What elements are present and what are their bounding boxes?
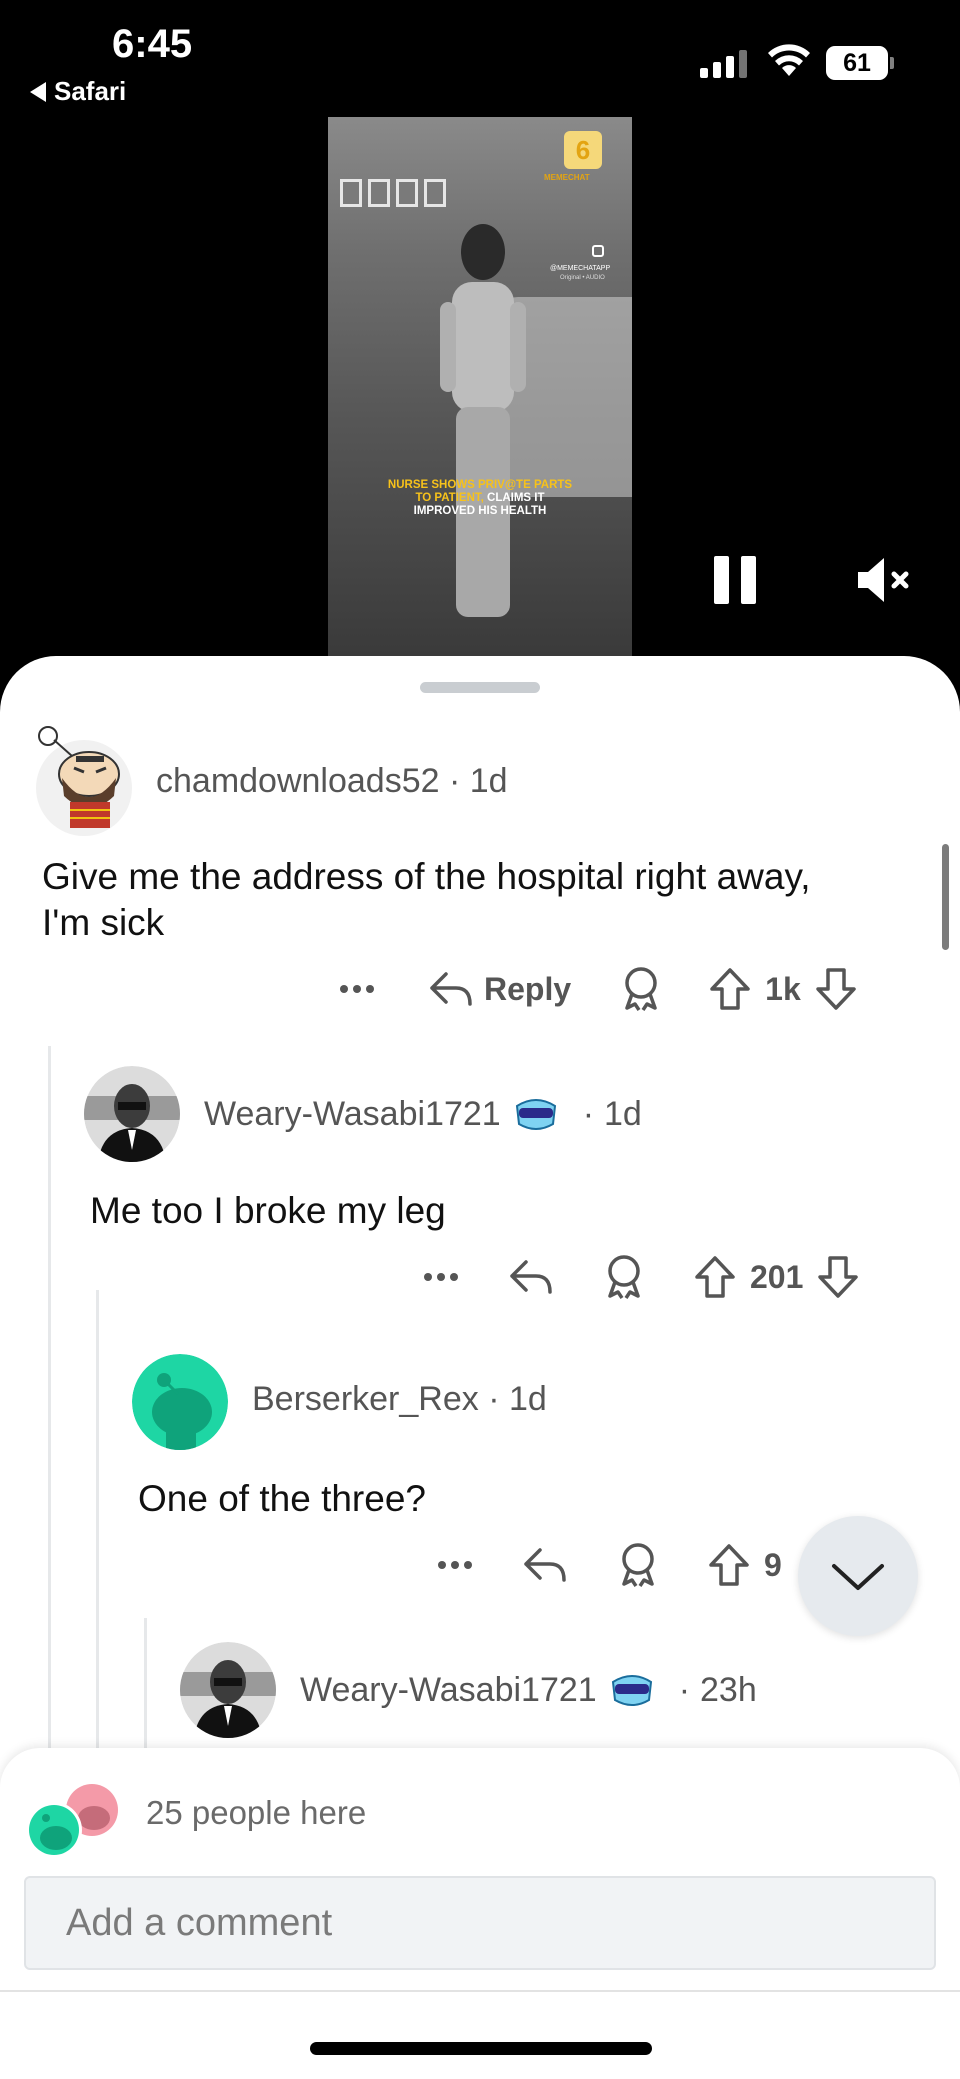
separator-dot: · (582, 1094, 595, 1133)
comment-actions: 9 (434, 1542, 782, 1588)
separator-dot: · (678, 1670, 691, 1709)
comment-actions: Reply 1k (336, 966, 857, 1012)
caption-line-2b: CLAIMS IT (483, 492, 545, 504)
comment-author[interactable]: Berserker_Rex · 1d (252, 1380, 547, 1419)
more-options-icon[interactable] (434, 1555, 476, 1575)
comment-line-1: Give me the address of the hospital righ… (42, 856, 811, 897)
comment-line-2: I'm sick (42, 902, 165, 943)
user-flair-icon (611, 1675, 652, 1706)
status-time: 6:45 (112, 22, 193, 66)
avatar-berserker-rex[interactable] (132, 1354, 228, 1450)
avatar-weary-wasabi1721[interactable] (180, 1642, 276, 1738)
people-here-count: 25 people here (146, 1794, 367, 1831)
upvote-icon[interactable] (708, 1543, 750, 1587)
award-icon[interactable] (618, 1542, 658, 1588)
caption-line-3: IMPROVED HIS HEALTH (413, 505, 547, 517)
reply-icon[interactable] (522, 1544, 568, 1586)
upvote-icon[interactable] (694, 1255, 736, 1299)
scroll-down-button[interactable] (798, 1516, 918, 1636)
caption-line-2a: TO PATIENT, (415, 492, 484, 504)
cellular-signal-icon (700, 48, 747, 78)
comment-body: One of the three? (138, 1478, 426, 1519)
back-triangle-icon (30, 81, 46, 102)
active-users-avatars (26, 1784, 118, 1858)
avatar-chamdownloads52[interactable] (34, 716, 134, 836)
sheet-grabber[interactable] (420, 682, 540, 693)
wifi-icon (768, 44, 810, 76)
bottom-composer: 25 people here (0, 1748, 960, 2079)
comment-input-box[interactable] (24, 1876, 936, 1970)
more-options-icon[interactable] (420, 1267, 462, 1287)
comment-actions: 201 (420, 1254, 859, 1300)
caption-line-1: NURSE SHOWS PRIV@TE PARTS (387, 479, 573, 491)
scrollbar[interactable] (942, 844, 949, 950)
comment-author[interactable]: Weary-Wasabi1721 · 23h (300, 1670, 757, 1710)
vote-count: 201 (750, 1258, 804, 1295)
add-comment-input[interactable] (26, 1878, 934, 1968)
comment-age: 1d (604, 1094, 642, 1133)
reply-button[interactable]: Reply (428, 968, 571, 1010)
comment-body: Give me the address of the hospital righ… (42, 854, 811, 946)
reply-icon (430, 972, 472, 1006)
video-player[interactable]: 6 MEMECHAT @MEMECHATAPP Original • AUDIO… (328, 117, 632, 657)
reply-icon[interactable] (508, 1256, 554, 1298)
mute-icon[interactable] (856, 554, 912, 606)
avatar-weary-wasabi1721[interactable] (84, 1066, 180, 1162)
battery-icon: 61 (826, 46, 894, 80)
username-text[interactable]: chamdownloads52 (156, 762, 440, 800)
username-text[interactable]: Berserker_Rex (252, 1380, 479, 1418)
comment-age: 23h (700, 1670, 757, 1709)
downvote-icon[interactable] (815, 967, 857, 1011)
home-indicator[interactable] (310, 2042, 652, 2055)
back-app-label: Safari (54, 76, 127, 106)
pause-button[interactable] (712, 556, 758, 604)
reply-label: Reply (484, 970, 572, 1007)
video-caption: NURSE SHOWS PRIV@TE PARTS TO PATIENT, CL… (348, 479, 612, 518)
back-to-safari-link[interactable]: Safari (30, 76, 126, 107)
separator-dot: · (488, 1380, 500, 1418)
award-icon[interactable] (604, 1254, 644, 1300)
comment-author[interactable]: Weary-Wasabi1721 · 1d (204, 1094, 642, 1134)
app-screen: 6:45 Safari 61 6 MEMECHAT @MEMECHATAPP O… (0, 0, 960, 2079)
person-silhouette (440, 224, 526, 617)
comment-body: Me too I broke my leg (90, 1190, 446, 1231)
brand-logo-icon: 6 (564, 131, 602, 169)
comment-author[interactable]: chamdownloads52 · 1d (156, 762, 508, 801)
handle-subtext: Original • AUDIO (560, 275, 605, 281)
username-text[interactable]: Weary-Wasabi1721 (300, 1671, 597, 1710)
instagram-icon (592, 245, 604, 257)
chevron-down-icon (832, 1564, 884, 1590)
separator-dot: · (448, 762, 461, 800)
upvote-icon[interactable] (709, 967, 751, 1011)
battery-level: 61 (843, 48, 871, 77)
instagram-handle: @MEMECHATAPP (550, 265, 611, 272)
comment-age: 1d (469, 762, 508, 800)
username-text[interactable]: Weary-Wasabi1721 (204, 1095, 501, 1134)
downvote-icon[interactable] (817, 1255, 859, 1299)
award-icon[interactable] (621, 966, 661, 1012)
comment-age: 1d (508, 1380, 547, 1418)
user-flair-icon (515, 1099, 556, 1130)
brand-logo-text: MEMECHAT (544, 173, 590, 182)
more-options-icon[interactable] (336, 979, 378, 999)
vote-count: 9 (764, 1546, 782, 1583)
divider (0, 1990, 960, 1992)
vote-count: 1k (765, 970, 801, 1007)
